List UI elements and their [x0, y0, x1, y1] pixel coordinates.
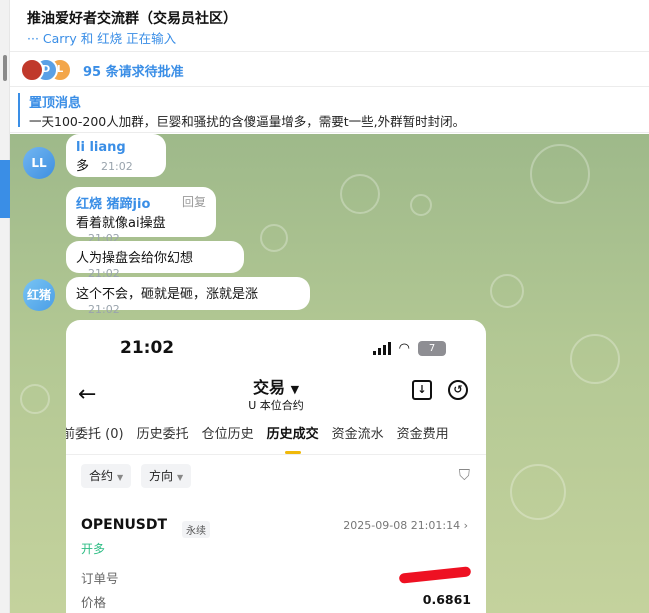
avatar [20, 58, 44, 82]
chevron-down-icon: ▼ [290, 383, 300, 396]
filter-icon: ⛉ [458, 466, 470, 484]
phone-status-time: 21:02 [120, 338, 175, 358]
background-doodle [490, 274, 524, 308]
divider [66, 454, 486, 455]
trade-pair: OPENUSDT [81, 517, 168, 533]
chevron-down-icon: ▼ [177, 473, 184, 482]
redaction-mark [398, 566, 472, 584]
background-doodle [530, 144, 590, 204]
back-arrow-icon: ← [78, 382, 97, 407]
tab-funding-fees: 资金费用 [396, 427, 449, 442]
background-doodle [20, 384, 50, 414]
pinned-accent-bar [18, 93, 20, 127]
tab-open-orders: 前委托 (0) [66, 427, 124, 442]
background-doodle [340, 174, 380, 214]
background-doodle [410, 194, 432, 216]
order-id-label: 订单号 [81, 571, 119, 586]
pinned-title: 置顶消息 [29, 96, 82, 111]
price-label: 价格 [81, 595, 107, 610]
tab-transactions: 资金流水 [331, 427, 384, 442]
message-bubble[interactable]: 人为操盘会给你幻想21:02 [66, 241, 244, 280]
tab-order-history: 历史委托 [136, 427, 189, 442]
chevron-down-icon: ▼ [117, 473, 124, 482]
chevron-right-icon: › [463, 519, 468, 532]
reply-button[interactable]: 回复 [182, 193, 206, 210]
filter-contract: 合约 ▼ [81, 464, 132, 488]
price-row: 价格 0.6861 [81, 592, 471, 611]
battery-icon: 7 [418, 340, 446, 356]
trade-datetime: 2025-09-08 21:01:14 › [343, 519, 468, 532]
typing-indicator: ··· Carry 和 红烧 正在输入 [27, 31, 177, 46]
trade-tabs: 前委托 (0) 历史委托 仓位历史 历史成交 资金流水 资金费用 [66, 424, 486, 454]
trade-subtitle: U 本位合约 [248, 399, 304, 412]
background-doodle [570, 334, 620, 384]
contract-type-badge: 永续 [182, 521, 210, 538]
background-doodle [260, 224, 288, 252]
join-requests-label[interactable]: 95 条请求待批准 [83, 61, 184, 80]
filter-direction: 方向 ▼ [141, 464, 192, 488]
trade-header-icons: ↓ ↺ [412, 380, 468, 400]
wifi-icon: ◠ [398, 340, 410, 356]
chat-area[interactable]: LL li liang 多 21:02 红烧 猪蹄jio 回复 看着就像ai操盘2… [10, 134, 649, 613]
phone-status-icons: ◠ 7 [372, 340, 446, 356]
avatar[interactable]: 红猪 [23, 279, 55, 311]
message-bubble[interactable]: 红烧 猪蹄jio 回复 看着就像ai操盘21:02 [66, 187, 216, 245]
message-time: 21:02 [101, 160, 133, 173]
left-rail [0, 0, 10, 613]
message-time: 21:02 [88, 303, 120, 316]
message-text: 人为操盘会给你幻想 [76, 251, 194, 266]
avatar[interactable]: LL [23, 147, 55, 179]
background-doodle [510, 464, 566, 520]
tab-trade-history: 历史成交 [267, 424, 319, 454]
trade-title: 交易 ▼ [252, 378, 300, 397]
requester-avatars: D L [20, 58, 72, 82]
image-message[interactable]: 21:02 ◠ 7 ← 交易 ▼ U 本位合约 ↓ ↺ 前委托 (0) 历史委托… [66, 320, 486, 613]
message-text: 多 [76, 159, 90, 174]
pinned-message[interactable]: 置顶消息 一天100-200人加群，巨婴和骚扰的含傻逼量增多，需要t一些,外群暂… [10, 88, 649, 133]
pinned-text: 一天100-200人加群，巨婴和骚扰的含傻逼量增多，需要t一些,外群暂时封闭。 [29, 114, 466, 129]
order-id-row: 订单号 [81, 566, 472, 587]
chat-header[interactable]: 推油爱好者交流群（交易员社区） ··· Carry 和 红烧 正在输入 [10, 0, 649, 52]
message-sender[interactable]: li liang [76, 140, 156, 155]
active-chat-indicator [0, 160, 10, 218]
download-icon: ↓ [412, 380, 432, 400]
message-bubble[interactable]: li liang 多 21:02 [66, 134, 166, 177]
tab-position-history: 仓位历史 [201, 427, 254, 442]
price-value: 0.6861 [422, 592, 471, 607]
history-icon: ↺ [448, 380, 468, 400]
chat-title: 推油爱好者交流群（交易员社区） [27, 11, 237, 27]
trade-side: 开多 [81, 542, 106, 556]
message-bubble[interactable]: 这个不会，砸就是砸，涨就是涨21:02 [66, 277, 310, 316]
message-text: 这个不会，砸就是砸，涨就是涨 [76, 287, 259, 302]
scrollbar-thumb[interactable] [3, 55, 7, 81]
join-requests-bar[interactable]: D L 95 条请求待批准 [10, 53, 649, 87]
message-text: 看着就像ai操盘 [76, 216, 166, 231]
signal-icon [372, 341, 391, 355]
